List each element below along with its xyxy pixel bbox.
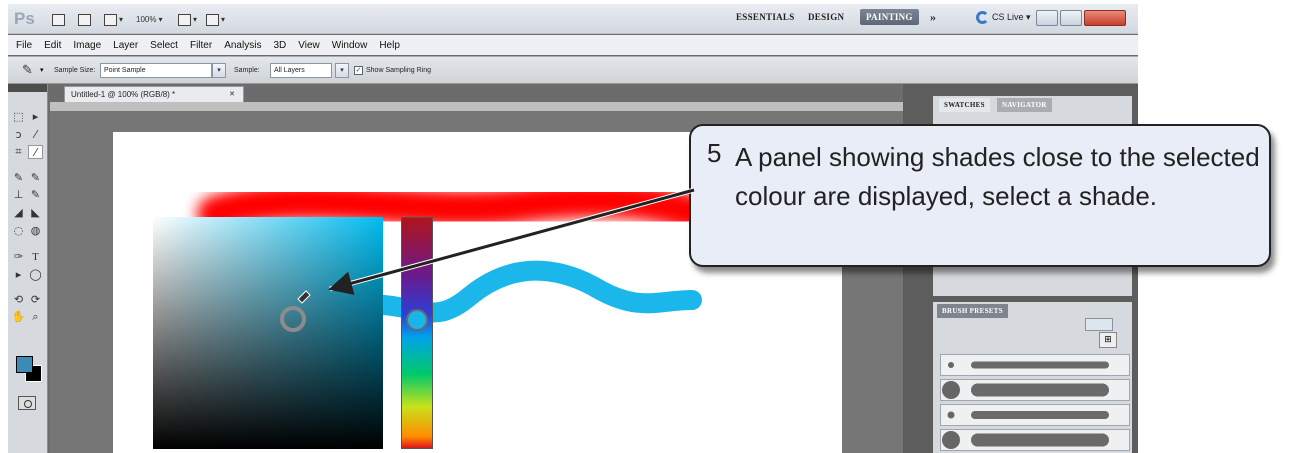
arrow-line — [328, 188, 695, 295]
callout-arrow — [297, 187, 695, 304]
screenshot-root: Ps ▾ 100% ▾ ▾ ▾ ESSENTIALS DESIGN PAINTIN… — [0, 0, 1290, 453]
eyedropper-cursor-icon — [297, 290, 311, 304]
